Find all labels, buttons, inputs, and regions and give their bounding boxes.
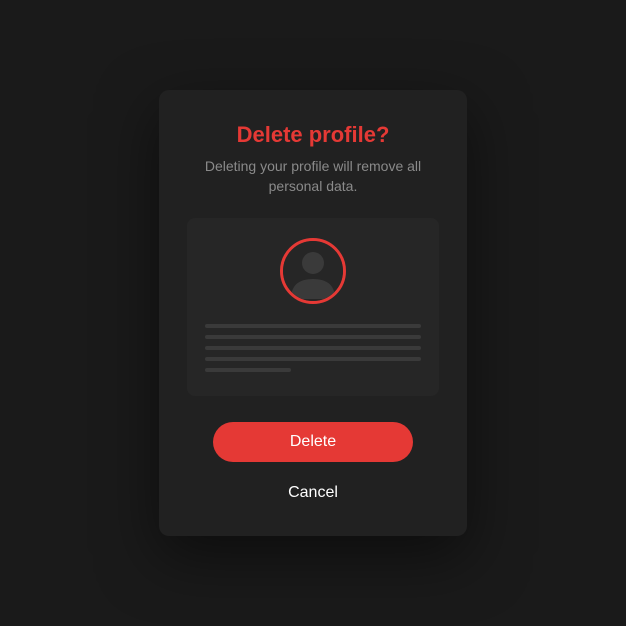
skeleton-line: [205, 357, 421, 361]
avatar-placeholder-icon: [283, 241, 343, 301]
delete-profile-modal: Delete profile? Deleting your profile wi…: [159, 90, 467, 537]
skeleton-line: [205, 346, 421, 350]
delete-button[interactable]: Delete: [213, 422, 413, 462]
skeleton-line-short: [205, 368, 291, 372]
cancel-button[interactable]: Cancel: [276, 478, 350, 508]
modal-title: Delete profile?: [237, 122, 390, 148]
modal-subtitle: Deleting your profile will remove all pe…: [187, 156, 439, 197]
skeleton-line: [205, 324, 421, 328]
skeleton-line: [205, 335, 421, 339]
avatar: [280, 238, 346, 304]
profile-preview-card: [187, 218, 439, 396]
profile-data-skeleton: [205, 324, 421, 372]
